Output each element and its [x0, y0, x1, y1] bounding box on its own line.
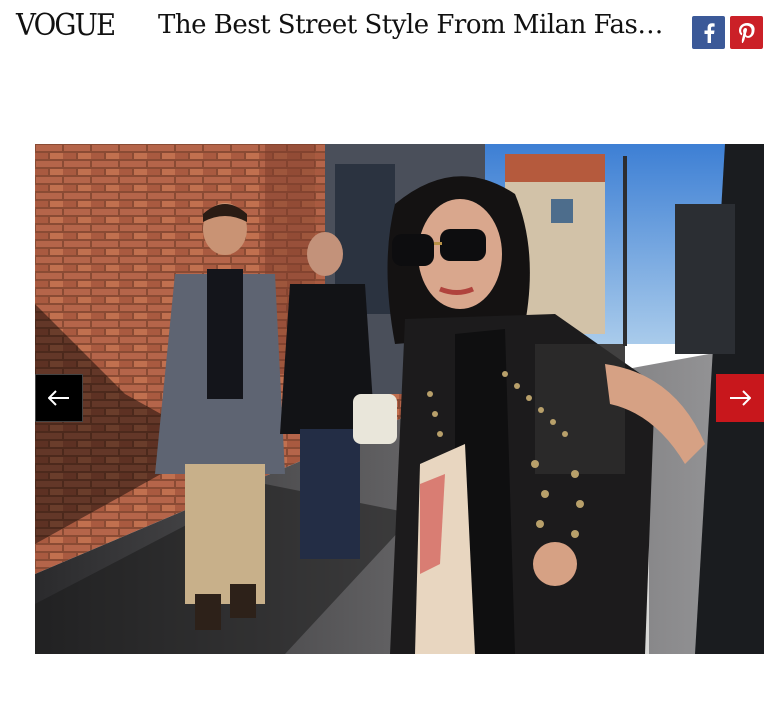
- arrow-right-icon: [730, 390, 751, 406]
- street-style-photo[interactable]: [35, 144, 764, 654]
- facebook-icon: [704, 22, 715, 43]
- pinterest-icon: [738, 22, 755, 43]
- facebook-share-button[interactable]: [692, 16, 725, 49]
- next-slide-button[interactable]: [716, 374, 764, 422]
- pinterest-share-button[interactable]: [730, 16, 763, 49]
- previous-slide-button[interactable]: [35, 374, 83, 422]
- article-title: The Best Street Style From Milan Fashion…: [158, 10, 670, 40]
- arrow-left-icon: [48, 390, 69, 406]
- vogue-logo[interactable]: VOGUE: [16, 8, 116, 43]
- photo-gallery: [35, 144, 764, 654]
- site-header: VOGUE The Best Street Style From Milan F…: [0, 0, 782, 62]
